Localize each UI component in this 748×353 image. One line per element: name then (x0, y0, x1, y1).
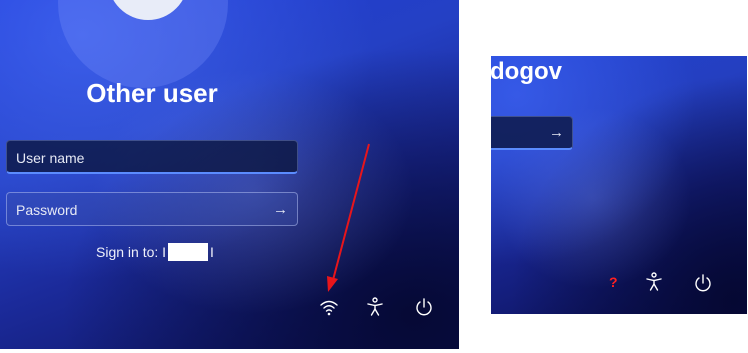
power-icon[interactable] (692, 272, 714, 294)
redaction-block (168, 243, 209, 261)
question-icon: ? (609, 274, 618, 290)
lock-screen-panel: Other user User name Password → Sign in … (0, 0, 459, 349)
password-placeholder: Password (16, 202, 78, 218)
comparison-crop-panel: dogov → ? (491, 56, 747, 314)
submit-arrow-icon[interactable]: → (549, 117, 564, 149)
submit-arrow-icon[interactable]: → (273, 193, 288, 227)
power-icon[interactable] (413, 296, 435, 318)
page-title: Other user (86, 78, 218, 108)
accessibility-icon[interactable] (643, 271, 665, 293)
username-placeholder: User name (16, 150, 85, 166)
password-field[interactable]: Password → (6, 192, 298, 226)
signin-label: Sign in to: I (96, 244, 167, 260)
screenshot-composite: Other user User name Password → Sign in … (0, 0, 748, 353)
username-fragment: dogov (491, 58, 562, 85)
password-field-fragment[interactable]: → (491, 116, 573, 150)
signin-target: Sign in to: I I (96, 243, 214, 261)
wifi-icon[interactable] (318, 296, 340, 318)
signin-suffix: I (210, 244, 214, 260)
accessibility-icon[interactable] (364, 296, 386, 318)
username-field[interactable]: User name (6, 140, 298, 174)
